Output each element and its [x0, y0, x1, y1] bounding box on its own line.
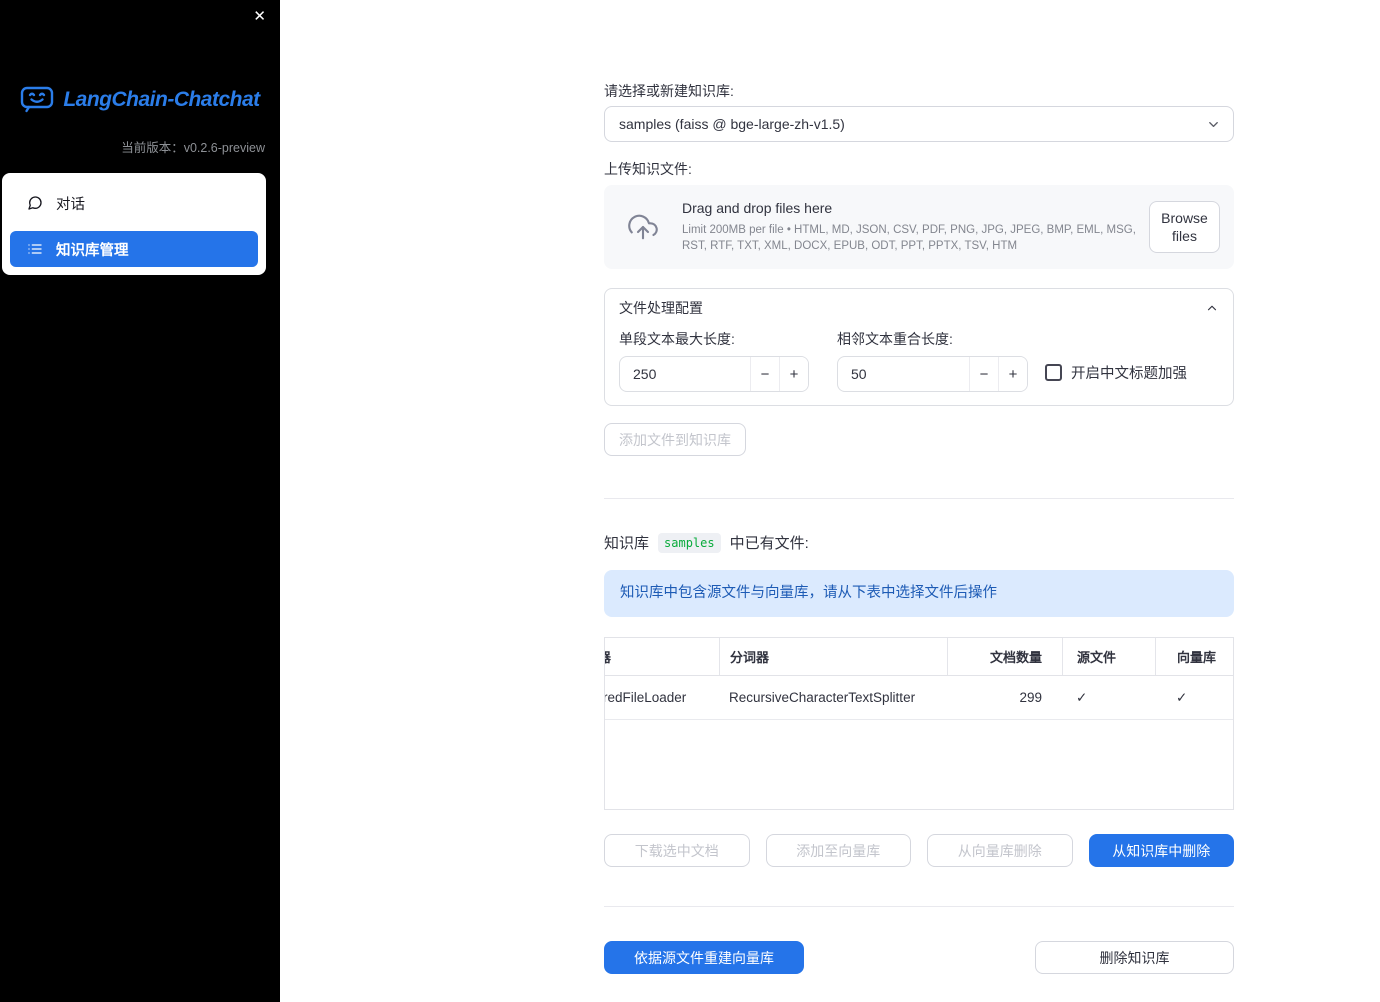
divider: [604, 906, 1234, 907]
zh-title-checkbox-label: 开启中文标题加强: [1071, 366, 1187, 382]
cell-loader: redFileLoader: [605, 690, 687, 705]
cell-vector-check: ✓: [1176, 689, 1188, 705]
delete-from-vector-store-button: 从向量库删除: [927, 834, 1073, 867]
sidebar-item-label: 知识库管理: [56, 242, 129, 259]
chunk-size-value: 250: [633, 366, 657, 382]
cell-splitter: RecursiveCharacterTextSplitter: [729, 690, 916, 705]
sidebar-item-label: 对话: [56, 196, 85, 213]
delete-kb-button[interactable]: 删除知识库: [1035, 941, 1234, 974]
download-selected-button: 下载选中文档: [604, 834, 750, 867]
cell-doc-count: 299: [1019, 690, 1042, 705]
expander-body: 单段文本最大长度: 250 − + 相邻文本重合长度: 50 − + 开启中文标…: [605, 327, 1233, 405]
zh-title-checkbox-wrap: 开启中文标题加强: [1045, 362, 1187, 383]
table-header-row: 器 分词器 文档数量 源文件 向量库: [605, 638, 1233, 676]
dropzone-hint: Limit 200MB per file • HTML, MD, JSON, C…: [682, 224, 1136, 252]
sidebar: ✕ LangChain-Chatchat 当前版本：v0.2.6-preview…: [0, 0, 280, 1002]
column-header-splitter: 分词器: [719, 638, 947, 675]
overlap-value: 50: [851, 366, 867, 382]
overlap-input[interactable]: 50 − +: [837, 356, 1028, 392]
add-to-vector-store-button: 添加至向量库: [765, 834, 911, 867]
overlap-label: 相邻文本重合长度:: [837, 331, 953, 347]
chunk-size-increment-button[interactable]: +: [779, 357, 808, 391]
chunk-size-field: 单段文本最大长度: 250 − +: [619, 331, 809, 392]
overlap-field: 相邻文本重合长度: 50 − +: [837, 331, 1028, 392]
sidebar-item-knowledge-base[interactable]: 知识库管理: [10, 231, 258, 267]
kb-select[interactable]: samples (faiss @ bge-large-zh-v1.5): [604, 106, 1234, 142]
add-files-to-kb-button: 添加文件到知识库: [604, 423, 746, 456]
kb-name-code: samples: [658, 532, 721, 553]
logo-chat-bubble-icon: [20, 86, 54, 113]
kb-select-label: 请选择或新建知识库:: [604, 83, 734, 99]
overlap-increment-button[interactable]: +: [998, 357, 1027, 391]
files-table: 器 分词器 文档数量 源文件 向量库 redFileLoader Recursi…: [604, 637, 1234, 810]
chunk-size-label: 单段文本最大长度:: [619, 331, 735, 347]
delete-from-kb-button[interactable]: 从知识库中删除: [1088, 834, 1234, 867]
dropzone-title: Drag and drop files here: [682, 200, 833, 216]
upload-cloud-icon: [628, 212, 658, 242]
table-row[interactable]: redFileLoader RecursiveCharacterTextSpli…: [605, 676, 1233, 720]
chevron-up-icon: [1205, 301, 1219, 315]
chat-icon: [27, 195, 43, 211]
rebuild-vector-store-button[interactable]: 依据源文件重建向量库: [604, 941, 804, 974]
column-header-loader: 器: [605, 638, 719, 675]
existing-files-prefix: 知识库: [604, 535, 650, 552]
file-config-expander: 文件处理配置 单段文本最大长度: 250 − + 相邻文本重合长度: 50 − …: [604, 288, 1234, 406]
logo-text: LangChain-Chatchat: [63, 87, 260, 111]
file-action-buttons: 下载选中文档 添加至向量库 从向量库删除 从知识库中删除: [604, 834, 1234, 867]
kb-management-buttons: 依据源文件重建向量库 删除知识库: [604, 941, 1234, 974]
sidebar-item-dialogue[interactable]: 对话: [10, 181, 258, 225]
chevron-down-icon: [1206, 117, 1221, 132]
kb-select-value: samples (faiss @ bge-large-zh-v1.5): [619, 116, 845, 132]
divider: [604, 498, 1234, 499]
existing-files-line: 知识库 samples 中已有文件:: [604, 532, 1234, 553]
browse-files-button[interactable]: Browse files: [1149, 201, 1220, 253]
existing-files-suffix: 中已有文件:: [729, 535, 809, 552]
version-label: 当前版本：v0.2.6-preview: [121, 141, 265, 155]
info-banner: 知识库中包含源文件与向量库，请从下表中选择文件后操作: [604, 570, 1234, 617]
upload-label: 上传知识文件:: [604, 161, 692, 177]
main-content: 请选择或新建知识库: samples (faiss @ bge-large-zh…: [604, 0, 1234, 974]
column-header-source: 源文件: [1062, 638, 1155, 675]
chunk-size-decrement-button[interactable]: −: [750, 357, 779, 391]
chunk-size-input[interactable]: 250 − +: [619, 356, 809, 392]
cell-source-check: ✓: [1076, 689, 1088, 705]
knowledge-base-list-icon: [27, 241, 43, 257]
column-header-doc-count: 文档数量: [947, 638, 1062, 675]
overlap-decrement-button[interactable]: −: [969, 357, 998, 391]
expander-title: 文件处理配置: [619, 300, 703, 316]
close-sidebar-icon[interactable]: ✕: [253, 7, 266, 27]
app-logo: LangChain-Chatchat: [0, 86, 280, 113]
dropzone-text: Drag and drop files here Limit 200MB per…: [682, 200, 1149, 254]
sidebar-nav: 对话 知识库管理: [2, 173, 266, 275]
file-dropzone[interactable]: Drag and drop files here Limit 200MB per…: [604, 185, 1234, 269]
expander-header[interactable]: 文件处理配置: [605, 289, 1233, 327]
zh-title-checkbox[interactable]: [1045, 364, 1062, 381]
column-header-vector: 向量库: [1155, 638, 1233, 675]
